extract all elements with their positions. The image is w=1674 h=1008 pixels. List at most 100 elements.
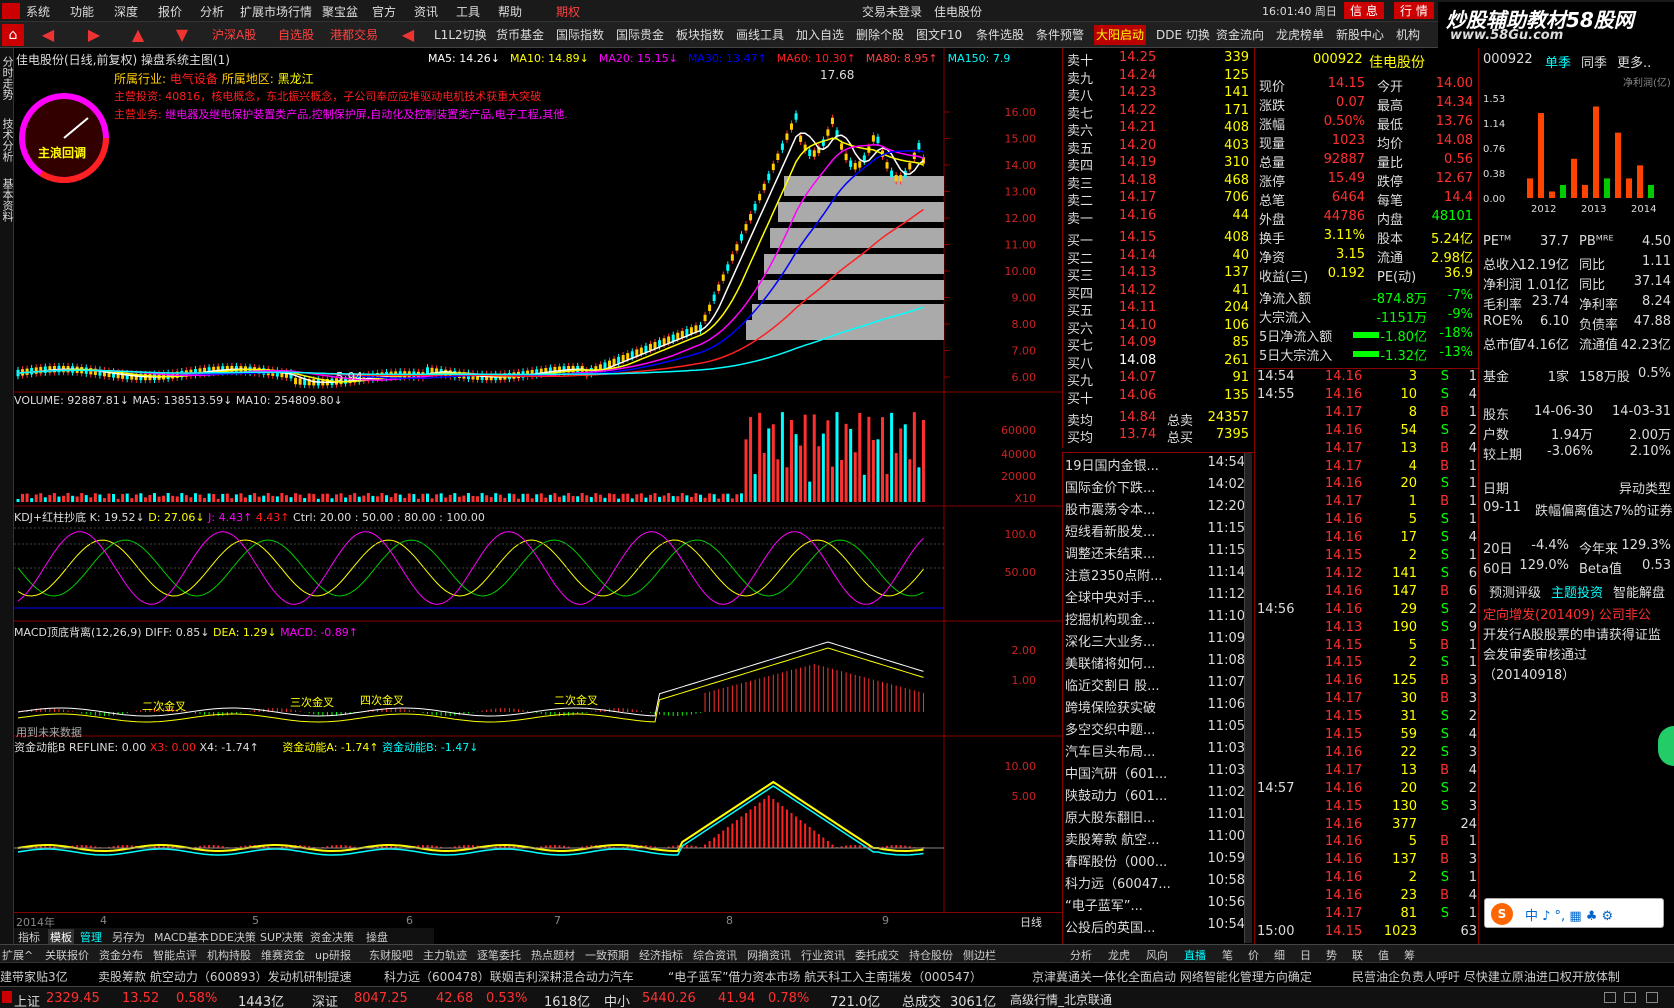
toolbar-big-yang[interactable]: 大阳启动 [1094, 25, 1147, 45]
toolbar-sector-index[interactable]: 板块指数 [674, 25, 726, 45]
news-item[interactable]: 原大股东翻旧... 11:01 [1065, 807, 1245, 829]
bid-row[interactable]: 买五 14.11 204 [1063, 300, 1255, 319]
sz-label[interactable]: 深证 [312, 991, 338, 1008]
ask-row[interactable]: 卖十 14.25 339 [1063, 50, 1255, 69]
menu-extended-market[interactable]: 扩展市场行情 [240, 3, 312, 20]
quote-panel-tab[interactable]: 笔 [1222, 947, 1233, 963]
bottom-tab[interactable]: 一致预期 [585, 947, 629, 963]
bid-row[interactable]: 买七 14.09 85 [1063, 335, 1255, 354]
menu-quote[interactable]: 报价 [158, 3, 182, 20]
period-label[interactable]: 日线 [1020, 914, 1042, 930]
toolbar-intl-index[interactable]: 国际指数 [554, 25, 606, 45]
ask-row[interactable]: 卖七 14.22 171 [1063, 103, 1255, 122]
ticker-item[interactable]: 京津冀通关一体化全面启动 网络智能化管理方向确定 [1032, 968, 1312, 985]
toolbar-dde[interactable]: DDE 切换 [1154, 25, 1212, 45]
bottom-tab[interactable]: 资金分布 [99, 947, 143, 963]
bottom-tab[interactable]: 持仓股份 [909, 947, 953, 963]
f10-tab2[interactable]: 预测评级 [1489, 582, 1541, 601]
menu-official[interactable]: 官方 [372, 3, 396, 20]
chart-canvas[interactable]: 16.00 15.00 14.00 13.00 12.00 11.00 10.00 9.00 8… [14, 48, 1062, 918]
bottom-tab[interactable]: 关联报价 [45, 947, 89, 963]
toolbar-alerts[interactable]: 条件预警 [1034, 25, 1086, 45]
news-item[interactable]: 跨境保险获实破 11:06 [1065, 697, 1245, 719]
bottom-tab[interactable]: 扩展^ [2, 947, 33, 963]
back-arrow-icon[interactable]: ◀ [38, 25, 58, 45]
info-button[interactable]: 信 息 [1344, 2, 1384, 19]
tab-fundamentals[interactable]: 基本资料 [1, 178, 14, 222]
bottom-tab[interactable]: 维赛资金 [261, 947, 305, 963]
menu-function[interactable]: 功能 [70, 3, 94, 20]
chart-tab-indicator[interactable]: 指标 [18, 929, 40, 945]
ime-logo-icon[interactable]: S [1491, 903, 1513, 925]
bottom-tab[interactable]: 综合资讯 [693, 947, 737, 963]
keyboard-icon[interactable] [1624, 992, 1636, 1003]
toolbar-institution[interactable]: 机构 [1394, 25, 1422, 45]
ask-row[interactable]: 卖六 14.21 408 [1063, 120, 1255, 139]
news-item[interactable]: 调整还未结束... 11:15 [1065, 543, 1245, 565]
ticker-item[interactable]: 民营油企负责人呼吁 尽快建立原油进口权开放体制 [1352, 968, 1620, 985]
menu-options[interactable]: 期权 [556, 3, 580, 20]
menu-analysis[interactable]: 分析 [200, 3, 224, 20]
toolbar-money-fund[interactable]: 货币基金 [494, 25, 546, 45]
f10-event-row[interactable]: 09-11 跌幅偏离值达7%的证券 [1483, 500, 1673, 520]
bottom-tab[interactable]: up研报 [315, 947, 351, 963]
f10-tab2[interactable]: 智能解盘 [1613, 582, 1665, 601]
news-item[interactable]: 注意2350点附... 11:14 [1065, 565, 1245, 587]
news-item[interactable]: 股市震荡令本... 12:20 [1065, 499, 1245, 521]
bid-row[interactable]: 买三 14.13 137 [1063, 265, 1255, 284]
ime-toolbar[interactable]: S 中 ♪ °, ▦ ♣ ⚙ [1484, 898, 1664, 928]
ime-mode-icon[interactable]: 中 ♪ °, ▦ ♣ ⚙ [1525, 905, 1613, 924]
bottom-tab[interactable]: 智能点评 [153, 947, 197, 963]
news-item[interactable]: 挖掘机构现金... 11:10 [1065, 609, 1245, 631]
news-item[interactable]: 临近交割日 股... 11:07 [1065, 675, 1245, 697]
bottom-tab[interactable]: 行业资讯 [801, 947, 845, 963]
toolbar-stock-picker[interactable]: 条件选股 [974, 25, 1026, 45]
sh-label[interactable]: 上证 [14, 991, 40, 1008]
bid-row[interactable]: 买四 14.12 41 [1063, 283, 1255, 302]
toolbar-ipo-center[interactable]: 新股中心 [1334, 25, 1386, 45]
ask-row[interactable]: 卖三 14.18 468 [1063, 173, 1255, 192]
tab-timeshare[interactable]: 分时走势 [1, 56, 14, 100]
quote-panel-tab[interactable]: 值 [1378, 947, 1389, 963]
bottom-tab[interactable]: 机构持股 [207, 947, 251, 963]
ask-row[interactable]: 卖二 14.17 706 [1063, 190, 1255, 209]
bottom-tab[interactable]: 委托成交 [855, 947, 899, 963]
quote-panel-tab[interactable]: 价 [1248, 947, 1259, 963]
app-logo-icon[interactable] [2, 3, 20, 19]
toolbar-dragon-tiger[interactable]: 龙虎榜单 [1274, 25, 1326, 45]
f10-tab-more[interactable]: 更多.. [1617, 52, 1651, 71]
bottom-tab[interactable]: 主力轨迹 [423, 947, 467, 963]
quote-panel-tab[interactable]: 分析 [1070, 947, 1092, 963]
news-item[interactable]: “电子蓝军”... 10:56 [1065, 895, 1245, 917]
ask-row[interactable]: 卖一 14.16 44 [1063, 208, 1255, 227]
quote-panel-tab[interactable]: 风向 [1146, 947, 1168, 963]
news-item[interactable]: 深化三大业务... 11:09 [1065, 631, 1245, 653]
bid-row[interactable]: 买二 14.14 40 [1063, 248, 1255, 267]
menu-system[interactable]: 系统 [26, 3, 50, 20]
market-button[interactable]: 行 情 [1394, 2, 1434, 19]
news-item[interactable]: 19日国内金银... 14:54 [1065, 455, 1245, 477]
login-status[interactable]: 交易未登录 [862, 3, 922, 20]
ask-row[interactable]: 卖五 14.20 403 [1063, 138, 1255, 157]
news-item[interactable]: 多空交织中题... 11:05 [1065, 719, 1245, 741]
sme-label[interactable]: 中小 [604, 991, 630, 1008]
quote-panel-tab[interactable]: 细 [1274, 947, 1285, 963]
toolbar-fund-flow[interactable]: 资金流向 [1214, 25, 1266, 45]
home-icon[interactable]: ⌂ [2, 24, 24, 46]
kline-chart-area[interactable]: 16.00 15.00 14.00 13.00 12.00 11.00 10.00 9.00 8… [14, 48, 1062, 918]
bid-row[interactable]: 买十 14.06 135 [1063, 388, 1255, 407]
settings-icon[interactable] [1646, 992, 1658, 1003]
f10-tab-same[interactable]: 同季 [1581, 52, 1607, 71]
menu-treasure[interactable]: 聚宝盆 [322, 3, 358, 20]
bottom-tab[interactable]: 网摘资讯 [747, 947, 791, 963]
ask-row[interactable]: 卖九 14.24 125 [1063, 68, 1255, 87]
news-item[interactable]: 国际金价下跌... 14:02 [1065, 477, 1245, 499]
ticker-item[interactable]: 建带家贴3亿 [0, 968, 68, 985]
toolbar-scroll-left-icon[interactable]: ◀ [398, 25, 418, 45]
toolbar-delete-stock[interactable]: 删除个股 [854, 25, 906, 45]
tab-technical[interactable]: 技术分析 [1, 118, 14, 162]
toolbar-watchlist[interactable]: 自选股 [276, 25, 316, 45]
toolbar-draw-tools[interactable]: 画线工具 [734, 25, 786, 45]
bottom-tab[interactable]: 经济指标 [639, 947, 683, 963]
chart-tab-sup[interactable]: SUP决策 [260, 929, 304, 945]
